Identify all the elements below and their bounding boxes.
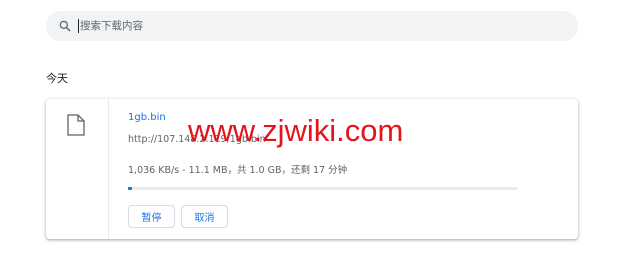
progress-bar <box>128 187 518 190</box>
search-input[interactable] <box>80 16 560 36</box>
text-caret <box>78 19 79 33</box>
file-name-link[interactable]: 1gb.bin <box>128 112 166 123</box>
progress-fill <box>128 187 133 190</box>
search-bar[interactable] <box>46 11 578 41</box>
cancel-button[interactable]: 取消 <box>181 205 228 228</box>
file-icon-column <box>46 99 109 239</box>
downloads-page: 今天 1gb.bin http://107.148.2.119/1gb.bin … <box>0 0 640 269</box>
search-icon[interactable] <box>58 19 72 33</box>
watermark-text: www.zjwiki.com <box>188 113 404 148</box>
download-status: 1,036 KB/s - 11.1 MB，共 1.0 GB，还剩 17 分钟 <box>128 165 348 176</box>
pause-button[interactable]: 暂停 <box>128 205 175 228</box>
file-icon <box>67 114 85 136</box>
date-header: 今天 <box>46 72 68 85</box>
